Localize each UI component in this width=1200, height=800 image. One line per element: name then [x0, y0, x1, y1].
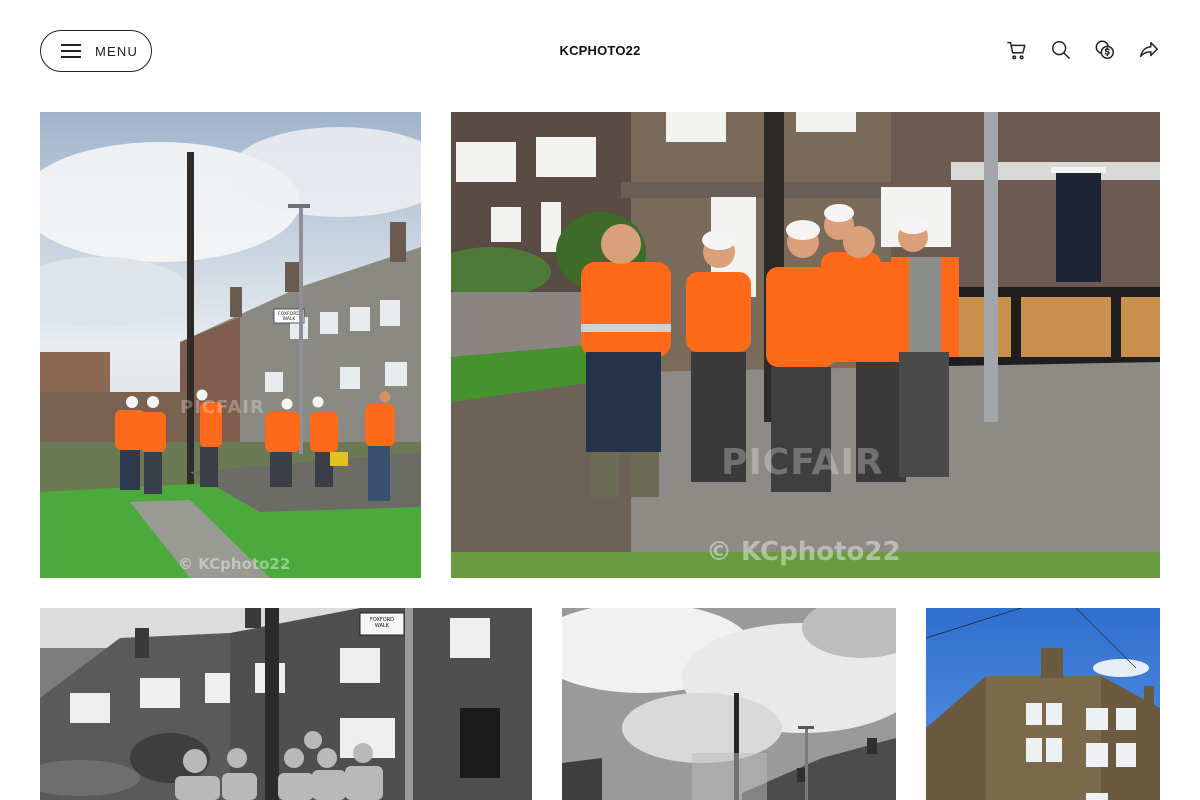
- photo-workers-group[interactable]: PICFAIR © KCphoto22: [451, 112, 1160, 578]
- photo-pole-sky-bw[interactable]: [562, 608, 896, 800]
- search-icon[interactable]: [1050, 38, 1072, 62]
- photo-stone-house[interactable]: [926, 608, 1160, 800]
- header-actions: [1006, 38, 1160, 62]
- cart-icon[interactable]: [1006, 38, 1028, 62]
- photo-workers-group-bw[interactable]: FOXFORD WALK: [40, 608, 532, 800]
- share-icon[interactable]: [1138, 38, 1160, 62]
- site-header: MENU KCPHOTO22: [0, 0, 1200, 100]
- photo-scene: [451, 112, 1160, 578]
- photo-workers-installing-pole[interactable]: FOXFORD WALK PICFAIR © KCphoto22: [40, 112, 421, 578]
- photo-scene: FOXFORD WALK: [40, 112, 421, 578]
- photo-scene: FOXFORD WALK: [40, 608, 532, 800]
- photo-scene: [926, 608, 1160, 800]
- photo-scene: [562, 608, 896, 800]
- currency-icon[interactable]: [1094, 38, 1116, 62]
